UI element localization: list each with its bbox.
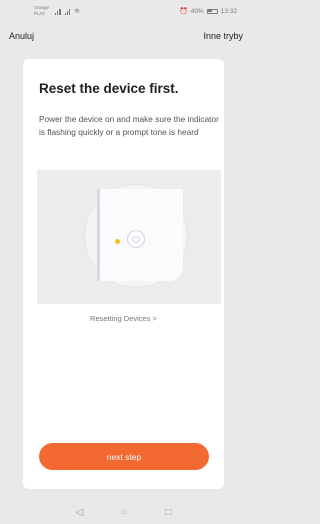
top-nav: Anuluj Inne tryby — [0, 28, 247, 44]
clock: 13:32 — [220, 7, 237, 15]
battery-percent: 40% — [190, 7, 204, 15]
device-edge — [97, 189, 100, 281]
system-navigation: ◁ ○ □ — [0, 500, 247, 524]
power-icon — [127, 230, 145, 248]
cancel-button[interactable]: Anuluj — [9, 31, 34, 41]
signals: ≋ — [55, 7, 80, 15]
resetting-devices-link[interactable]: Resetting Devices > — [23, 314, 224, 323]
battery-icon — [206, 8, 218, 14]
home-icon[interactable]: ○ — [121, 507, 127, 518]
carrier-sub: PLAY — [34, 11, 46, 16]
status-bar: Orange PLAY ≋ ⏰ 40% 13:32 — [0, 0, 247, 22]
back-icon[interactable]: ◁ — [76, 507, 84, 518]
page-title: Reset the device first. — [39, 81, 179, 96]
alarm-icon: ⏰ — [179, 8, 188, 15]
signal-icon — [55, 8, 61, 15]
next-step-button[interactable]: next step — [39, 443, 209, 470]
signal-icon — [64, 8, 71, 15]
reset-card: Reset the device first. Power the device… — [23, 59, 224, 489]
instructions-text: Power the device on and make sure the in… — [39, 114, 219, 137]
wifi-icon: ≋ — [74, 8, 81, 15]
device-illustration — [37, 170, 221, 304]
other-modes-button[interactable]: Inne tryby — [203, 31, 243, 41]
recent-apps-icon[interactable]: □ — [165, 507, 171, 518]
indicator-light-icon — [115, 239, 120, 244]
carrier-label: Orange PLAY — [34, 5, 49, 17]
status-right: ⏰ 40% 13:32 — [179, 7, 237, 16]
status-left: Orange PLAY ≋ — [34, 5, 80, 17]
